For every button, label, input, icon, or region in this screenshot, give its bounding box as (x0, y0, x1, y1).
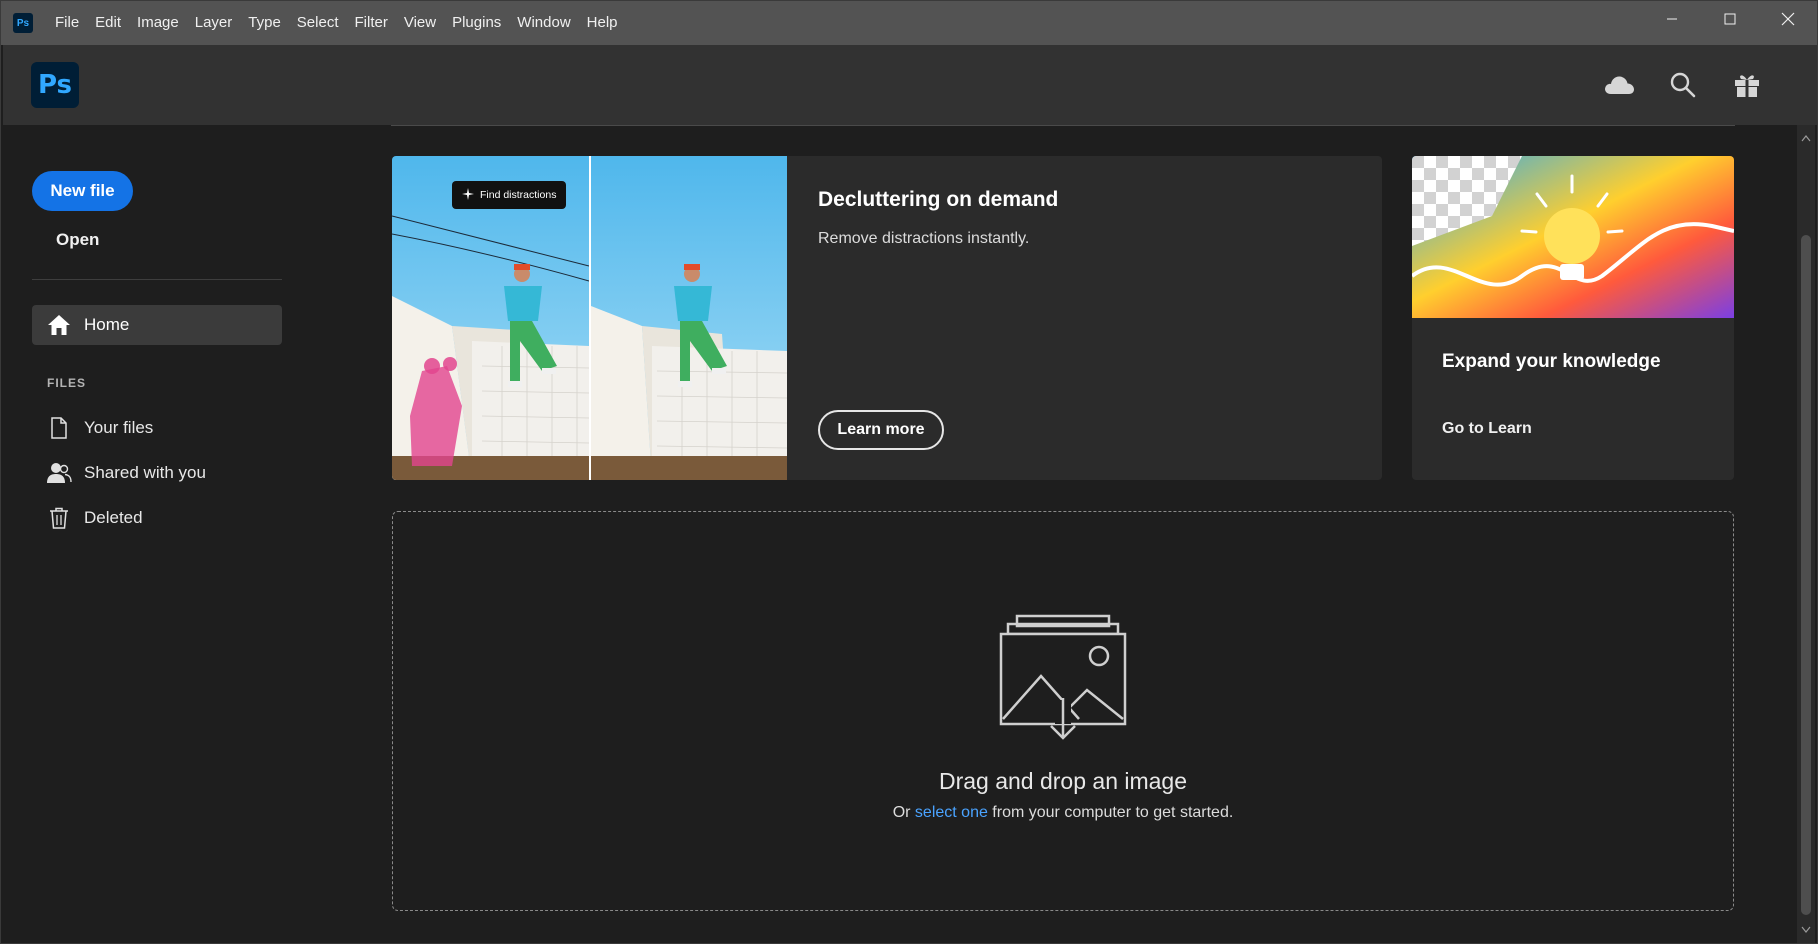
trash-icon (46, 505, 72, 531)
menu-window[interactable]: Window (509, 1, 578, 45)
vertical-scrollbar[interactable] (1797, 125, 1815, 943)
header-divider (391, 125, 1735, 126)
files-section-heading: FILES (47, 376, 87, 390)
learn-card[interactable]: Expand your knowledge Go to Learn (1412, 156, 1734, 480)
search-icon[interactable] (1665, 67, 1701, 103)
new-file-button[interactable]: New file (32, 171, 133, 211)
drop-sub-prefix: Or (892, 804, 915, 821)
menu-filter[interactable]: Filter (347, 1, 396, 45)
menu-plugins[interactable]: Plugins (444, 1, 509, 45)
sidebar-item-deleted[interactable]: Deleted (32, 498, 282, 538)
feature-card: Find distractions Decluttering on demand… (392, 156, 1382, 480)
file-icon (46, 415, 72, 441)
header-actions (1601, 67, 1765, 103)
sidebar-item-label: Your files (84, 418, 154, 437)
sidebar-divider (32, 279, 282, 280)
image-drop-zone[interactable]: Drag and drop an image Or select one fro… (392, 511, 1734, 911)
app-window: Ps File Edit Image Layer Type Select Fil… (0, 0, 1818, 944)
scroll-up-icon[interactable] (1801, 129, 1811, 147)
find-distractions-pill: Find distractions (452, 181, 567, 209)
scroll-down-icon[interactable] (1801, 921, 1811, 939)
sidebar-item-shared[interactable]: Shared with you (32, 453, 282, 493)
menu-bar: File Edit Image Layer Type Select Filter… (47, 1, 626, 45)
sidebar-item-label: Home (84, 315, 130, 334)
menu-image[interactable]: Image (129, 1, 187, 45)
drop-zone-title: Drag and drop an image (938, 768, 1188, 794)
photoshop-logo[interactable]: Ps (31, 62, 79, 108)
sidebar-item-home[interactable]: Home (32, 305, 282, 345)
sidebar: New file Open Home FILES Your files Shar… (1, 125, 331, 944)
open-button[interactable]: Open (56, 230, 99, 250)
app-header: Ps (3, 45, 1817, 125)
drop-zone-subtitle: Or select one from your computer to get … (393, 804, 1733, 822)
menu-layer[interactable]: Layer (187, 1, 241, 45)
menu-view[interactable]: View (396, 1, 444, 45)
menu-type[interactable]: Type (240, 1, 289, 45)
sparkle-icon (462, 187, 474, 203)
learn-title: Expand your knowledge (1442, 351, 1661, 372)
maximize-icon[interactable] (1701, 1, 1759, 37)
window-controls (1643, 1, 1817, 37)
learn-illustration (1412, 156, 1734, 318)
feature-subtitle: Remove distractions instantly. (818, 230, 1030, 247)
select-one-link[interactable]: select one (915, 804, 988, 821)
scroll-thumb[interactable] (1801, 235, 1811, 915)
feature-image: Find distractions (392, 156, 787, 480)
minimize-icon[interactable] (1643, 1, 1701, 37)
app-logo-small[interactable]: Ps (13, 13, 33, 33)
people-icon (46, 460, 72, 486)
sidebar-item-label: Deleted (84, 508, 143, 527)
gift-icon[interactable] (1729, 67, 1765, 103)
home-icon (46, 312, 72, 338)
close-icon[interactable] (1759, 1, 1817, 37)
menu-select[interactable]: Select (289, 1, 347, 45)
cloud-icon[interactable] (1601, 67, 1637, 103)
learn-more-button[interactable]: Learn more (818, 410, 944, 450)
menu-help[interactable]: Help (579, 1, 626, 45)
title-bar: Ps File Edit Image Layer Type Select Fil… (1, 1, 1817, 45)
menu-file[interactable]: File (47, 1, 87, 45)
image-upload-icon (999, 614, 1127, 747)
sidebar-item-label: Shared with you (84, 463, 206, 482)
feature-title: Decluttering on demand (818, 188, 1059, 211)
sidebar-item-your-files[interactable]: Your files (32, 408, 282, 448)
drop-sub-suffix: from your computer to get started. (987, 804, 1234, 821)
menu-edit[interactable]: Edit (87, 1, 129, 45)
go-to-learn-link[interactable]: Go to Learn (1442, 420, 1532, 438)
find-distractions-label: Find distractions (480, 189, 557, 201)
